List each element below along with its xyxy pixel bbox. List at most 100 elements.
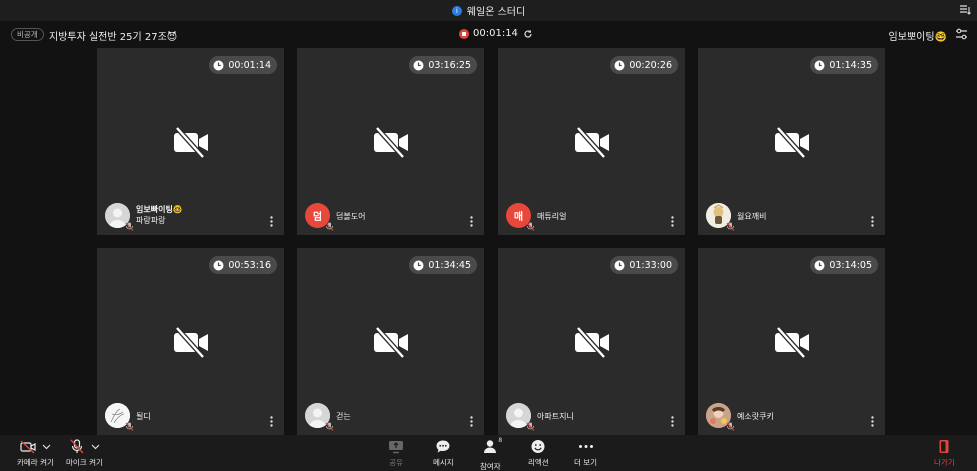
avatar-initial: 덤 xyxy=(312,212,323,223)
presence-time: 00:01:14 xyxy=(228,59,271,71)
camera-button-label: 카메라 켜기 xyxy=(17,458,54,467)
avatar: 매 xyxy=(506,203,535,231)
participant-name: 월요깨비 xyxy=(737,212,767,221)
kebab-menu-icon[interactable] xyxy=(871,416,874,427)
camera-off-icon xyxy=(775,126,809,159)
clock-icon xyxy=(413,60,424,70)
presence-timer: 01:33:00 xyxy=(610,256,678,274)
participant-tile[interactable]: 01:33:00 아파트지니 xyxy=(498,248,685,435)
participant-count: 8 xyxy=(498,437,503,444)
camera-off-icon xyxy=(374,326,408,359)
my-name[interactable]: 임보뽀이팅🤓 xyxy=(889,28,947,43)
presence-timer: 03:14:05 xyxy=(810,256,878,274)
participant-tile[interactable]: 00:01:14 임보빠이팅🤓 파랑파랑 xyxy=(97,48,284,235)
more-dots-icon xyxy=(578,445,593,448)
kebab-menu-icon[interactable] xyxy=(671,216,674,227)
window-titlebar: i 웨일온 스터디 xyxy=(0,0,977,21)
refresh-icon[interactable] xyxy=(523,29,533,39)
camera-off-icon xyxy=(775,326,809,359)
clock-icon xyxy=(213,260,224,270)
presence-timer: 01:14:35 xyxy=(810,56,878,74)
clock-icon xyxy=(814,60,825,70)
camera-off-icon xyxy=(174,326,208,359)
window-title: 웨일온 스터디 xyxy=(466,7,526,18)
presence-timer: 00:53:16 xyxy=(209,256,277,274)
mic-muted-icon xyxy=(526,422,535,431)
presence-time: 03:16:25 xyxy=(428,59,471,71)
clock-icon xyxy=(213,60,224,70)
camera-off-icon xyxy=(575,326,609,359)
kebab-menu-icon[interactable] xyxy=(270,416,273,427)
share-button-label: 공유 xyxy=(389,458,403,467)
more-button[interactable]: 더 보기 xyxy=(574,439,597,468)
stop-record-icon[interactable] xyxy=(459,28,469,39)
participant-subname: 파랑파랑 xyxy=(136,216,166,225)
participant-tile[interactable]: 00:20:26 매 매튜리얼 xyxy=(498,48,685,235)
clock-icon xyxy=(413,260,424,270)
chat-bubble-icon xyxy=(436,440,450,453)
messages-button[interactable]: 메시지 xyxy=(433,439,454,468)
kebab-menu-icon[interactable] xyxy=(470,416,473,427)
kebab-menu-icon[interactable] xyxy=(470,216,473,227)
participant-tile[interactable]: 00:53:16 될디 xyxy=(97,248,284,435)
presence-time: 01:33:00 xyxy=(629,259,672,271)
participants-button-label: 참여자 xyxy=(480,462,501,471)
person-icon xyxy=(484,440,497,453)
participant-name: 임보빠이팅🤓 xyxy=(136,205,183,214)
kebab-menu-icon[interactable] xyxy=(270,216,273,227)
leave-button-label: 나가기 xyxy=(934,458,955,467)
presence-timer: 00:01:14 xyxy=(209,56,277,74)
meeting-header: 비공개 지방투자 실전반 25기 27조😈 00:01:14 임보뽀이팅🤓 xyxy=(0,22,977,46)
presence-time: 03:14:05 xyxy=(829,259,872,271)
exit-door-icon xyxy=(939,440,949,453)
settings-sliders-icon[interactable] xyxy=(955,28,968,40)
mic-muted-icon xyxy=(325,222,334,231)
clock-icon xyxy=(814,260,825,270)
participants-button[interactable]: 8 참여자 xyxy=(480,437,503,471)
camera-off-icon xyxy=(174,126,208,159)
share-button[interactable]: 공유 xyxy=(388,439,404,468)
avatar xyxy=(506,403,535,431)
reactions-button[interactable]: 리액션 xyxy=(528,439,549,468)
room-title: 지방투자 실전반 25기 27조😈 xyxy=(49,32,178,43)
smiley-icon xyxy=(531,440,545,453)
privacy-badge: 비공개 xyxy=(11,28,44,41)
clock-icon xyxy=(614,260,625,270)
clock-icon xyxy=(614,60,625,70)
camera-off-icon xyxy=(575,126,609,159)
whale-on-icon: i xyxy=(451,5,462,16)
panel-menu-icon[interactable] xyxy=(959,4,971,16)
presence-time: 00:53:16 xyxy=(228,259,271,271)
mic-muted-icon xyxy=(125,422,134,431)
mic-button[interactable]: 마이크 켜기 xyxy=(66,439,103,468)
participant-tile[interactable]: 03:16:25 덤 덤볼도어 xyxy=(297,48,484,235)
leave-button[interactable]: 나가기 xyxy=(934,439,955,468)
presence-time: 00:20:26 xyxy=(629,59,672,71)
participant-name: 덤볼도어 xyxy=(336,212,366,221)
avatar xyxy=(105,403,134,431)
presence-timer: 00:20:26 xyxy=(610,56,678,74)
kebab-menu-icon[interactable] xyxy=(871,216,874,227)
mic-muted-icon xyxy=(526,222,535,231)
more-button-label: 더 보기 xyxy=(574,458,598,467)
participant-name: 아파트지니 xyxy=(537,412,574,421)
elapsed-time: 00:01:14 xyxy=(473,28,518,39)
chevron-down-icon[interactable] xyxy=(42,444,51,450)
mic-muted-icon xyxy=(125,222,134,231)
avatar xyxy=(706,403,735,431)
camera-off-icon xyxy=(374,126,408,159)
mic-muted-icon xyxy=(325,422,334,431)
avatar xyxy=(706,203,735,231)
participant-tile[interactable]: 01:34:45 걷는 xyxy=(297,248,484,435)
participant-tile[interactable]: 01:14:35 월요깨비 xyxy=(698,48,885,235)
participant-name: 걷는 xyxy=(336,412,351,421)
presence-timer: 01:34:45 xyxy=(409,256,477,274)
chevron-down-icon[interactable] xyxy=(91,444,100,450)
avatar xyxy=(305,403,334,431)
participant-name: 될디 xyxy=(136,412,151,421)
participant-tile[interactable]: 03:14:05 예소랏쿠키 xyxy=(698,248,885,435)
camera-button[interactable]: 카메라 켜기 xyxy=(17,439,54,468)
kebab-menu-icon[interactable] xyxy=(671,416,674,427)
mic-button-label: 마이크 켜기 xyxy=(66,458,103,467)
mic-off-icon xyxy=(70,439,84,454)
